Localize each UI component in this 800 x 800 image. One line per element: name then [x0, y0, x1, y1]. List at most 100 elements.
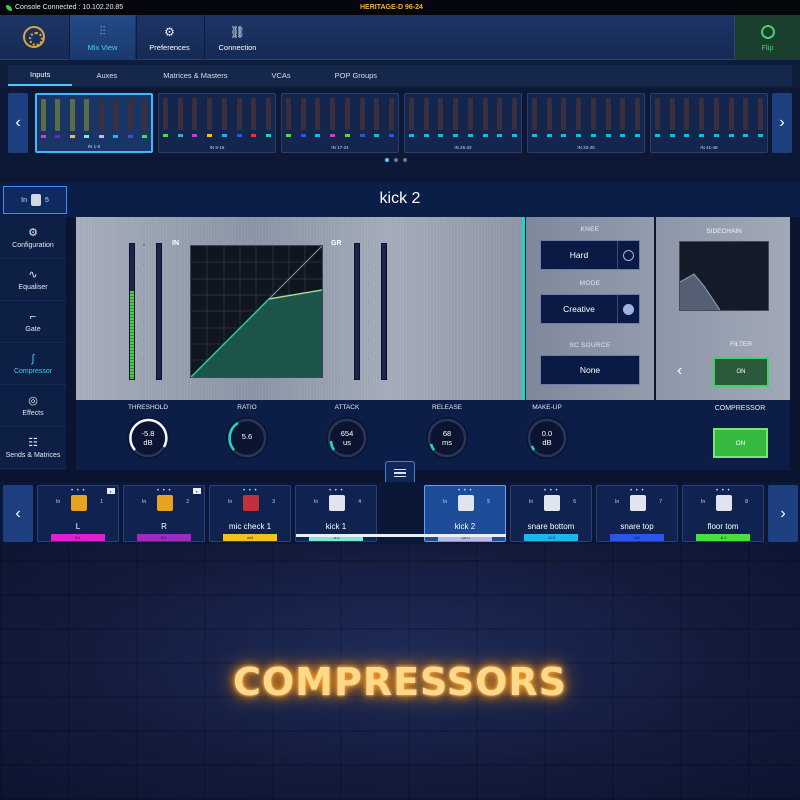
mix-view-button[interactable]: ⫶⫶ Mix View [69, 15, 135, 60]
release-label: RELEASE [432, 404, 462, 411]
sidebar-item-sends-matrices[interactable]: ☷ Sends & Matrices [0, 427, 66, 469]
bank-tile[interactable]: IN 41-48 [650, 93, 768, 153]
bank-tile[interactable]: IN 25-32 [404, 93, 522, 153]
attack-knob[interactable]: ATTACK 654 us [297, 400, 397, 459]
more-icon[interactable]: • • • [157, 488, 172, 494]
sc-source-selector[interactable]: None [540, 355, 640, 385]
release-dial[interactable]: 68 ms [426, 417, 468, 459]
gr-meter-scale: -------- [368, 243, 370, 380]
more-icon[interactable]: • • • [458, 488, 473, 494]
channel-level: def [247, 535, 253, 540]
flip-button[interactable]: Flip [734, 15, 800, 60]
mini-fader [453, 98, 459, 130]
page-dot[interactable] [394, 158, 398, 162]
color-swatch [315, 134, 321, 137]
ratio-knob[interactable]: RATIO 5.6 [197, 400, 297, 459]
color-swatch [728, 134, 734, 137]
channel-card[interactable]: • • • In 6 snare bottom -11.5 [510, 485, 592, 542]
more-icon[interactable]: • • • [71, 488, 86, 494]
more-icon[interactable]: • • • [243, 488, 258, 494]
mini-fader [467, 98, 473, 130]
sidechain-filter-graph[interactable] [679, 241, 769, 311]
compressor-on-button[interactable]: ON [713, 428, 768, 458]
strip-next-button[interactable]: › [768, 485, 798, 542]
bank-tile[interactable]: IN 9-16 [158, 93, 276, 153]
bank-label: IN 33-40 [577, 145, 595, 150]
tab-pop-groups[interactable]: POP Groups [313, 65, 399, 86]
faders-icon: ⫶⫶ [99, 24, 106, 38]
sidebar-item-equaliser[interactable]: ∿ Equaliser [0, 259, 66, 301]
sidebar-item-configuration[interactable]: ⚙ Configuration [0, 217, 66, 259]
gr-label: GR [331, 240, 342, 247]
tab-vcas[interactable]: VCAs [249, 65, 312, 86]
sidebar-item-gate[interactable]: ⌐ Gate [0, 301, 66, 343]
channel-color-bar: 8.1 [51, 534, 105, 541]
sidebar-item-effects[interactable]: ◎ Effects [0, 385, 66, 427]
tab-auxes[interactable]: Auxes [72, 65, 141, 86]
color-swatch [438, 134, 444, 137]
bank-prev-button[interactable]: ‹ [8, 93, 28, 153]
mini-fader [605, 98, 611, 130]
mode-selector[interactable]: Creative [540, 294, 640, 324]
threshold-label: THRESHOLD [127, 404, 169, 411]
threshold-dial[interactable]: -5.8 dB [127, 417, 169, 459]
more-icon[interactable]: • • • [630, 488, 645, 494]
sidebar-item-compressor[interactable]: ∫ Compressor [0, 343, 66, 385]
mini-fader [669, 98, 675, 130]
makeup-knob[interactable]: MAKE-UP 0.0 dB [497, 400, 597, 459]
channel-card[interactable]: • • • In 1 L 8.1 ◐ [37, 485, 119, 542]
channel-card[interactable]: • • • In 3 mic check 1 def [209, 485, 291, 542]
filter-state: ON [736, 369, 746, 375]
release-knob[interactable]: RELEASE 68 ms [397, 400, 497, 459]
bank-tile[interactable]: IN 33-40 [527, 93, 645, 153]
color-swatch [699, 134, 705, 137]
more-icon[interactable]: • • • [329, 488, 344, 494]
bank-tile[interactable]: IN 17-24 [281, 93, 399, 153]
color-swatch [374, 134, 380, 137]
channel-card[interactable]: • • • In 2 R 8.1 ◐ [123, 485, 205, 542]
makeup-dial[interactable]: 0.0 dB [526, 417, 568, 459]
bank-tile[interactable]: IN 1-8 [35, 93, 153, 153]
gears-icon: ⚙ [28, 227, 38, 239]
bank-label: IN 41-48 [700, 145, 718, 150]
color-swatch [684, 134, 690, 137]
attack-dial[interactable]: 654 us [326, 417, 368, 459]
mini-fader [620, 98, 626, 130]
mini-fader [576, 98, 582, 130]
mini-fader [236, 98, 242, 130]
color-swatch [192, 134, 198, 137]
channel-type-icon [157, 495, 173, 511]
release-unit: ms [442, 438, 452, 447]
gr-meter-right [381, 243, 387, 380]
preferences-button[interactable]: ⚙ Preferences [136, 15, 202, 60]
mode-label: MODE [579, 280, 601, 287]
page-dot[interactable] [385, 158, 389, 162]
ratio-dial[interactable]: 5.6 [226, 417, 268, 459]
mini-fader [330, 98, 336, 130]
filter-toggle[interactable]: ON [713, 357, 769, 387]
color-swatch [388, 134, 394, 137]
gate-icon: ⌐ [29, 310, 37, 323]
chevron-left-icon[interactable]: ‹ [677, 362, 682, 380]
color-swatch [221, 134, 227, 137]
channel-card[interactable]: • • • In 7 snare top def [596, 485, 678, 542]
bank-next-button[interactable]: › [772, 93, 792, 153]
threshold-unit: dB [143, 438, 153, 447]
knee-selector[interactable]: Hard [540, 240, 640, 270]
mini-fader [41, 99, 46, 131]
channel-card[interactable]: • • • In 8 floor tom -6.2 [682, 485, 764, 542]
tab-matrices-masters[interactable]: Matrices & Masters [141, 65, 249, 86]
bank-page-indicator[interactable] [385, 158, 407, 162]
threshold-knob[interactable]: THRESHOLD -5.8 dB [98, 400, 198, 459]
more-icon[interactable]: • • • [716, 488, 731, 494]
page-dot[interactable] [403, 158, 407, 162]
strip-prev-button[interactable]: ‹ [3, 485, 33, 542]
connection-button[interactable]: ⛓ Connection [204, 15, 270, 60]
color-swatch [98, 135, 104, 138]
mini-fader [251, 98, 257, 130]
tab-inputs[interactable]: Inputs [8, 65, 73, 86]
preferences-label: Preferences [149, 43, 190, 52]
mix-view-label: Mix View [87, 43, 118, 52]
compression-curve-graph[interactable] [190, 245, 323, 378]
more-icon[interactable]: • • • [544, 488, 559, 494]
